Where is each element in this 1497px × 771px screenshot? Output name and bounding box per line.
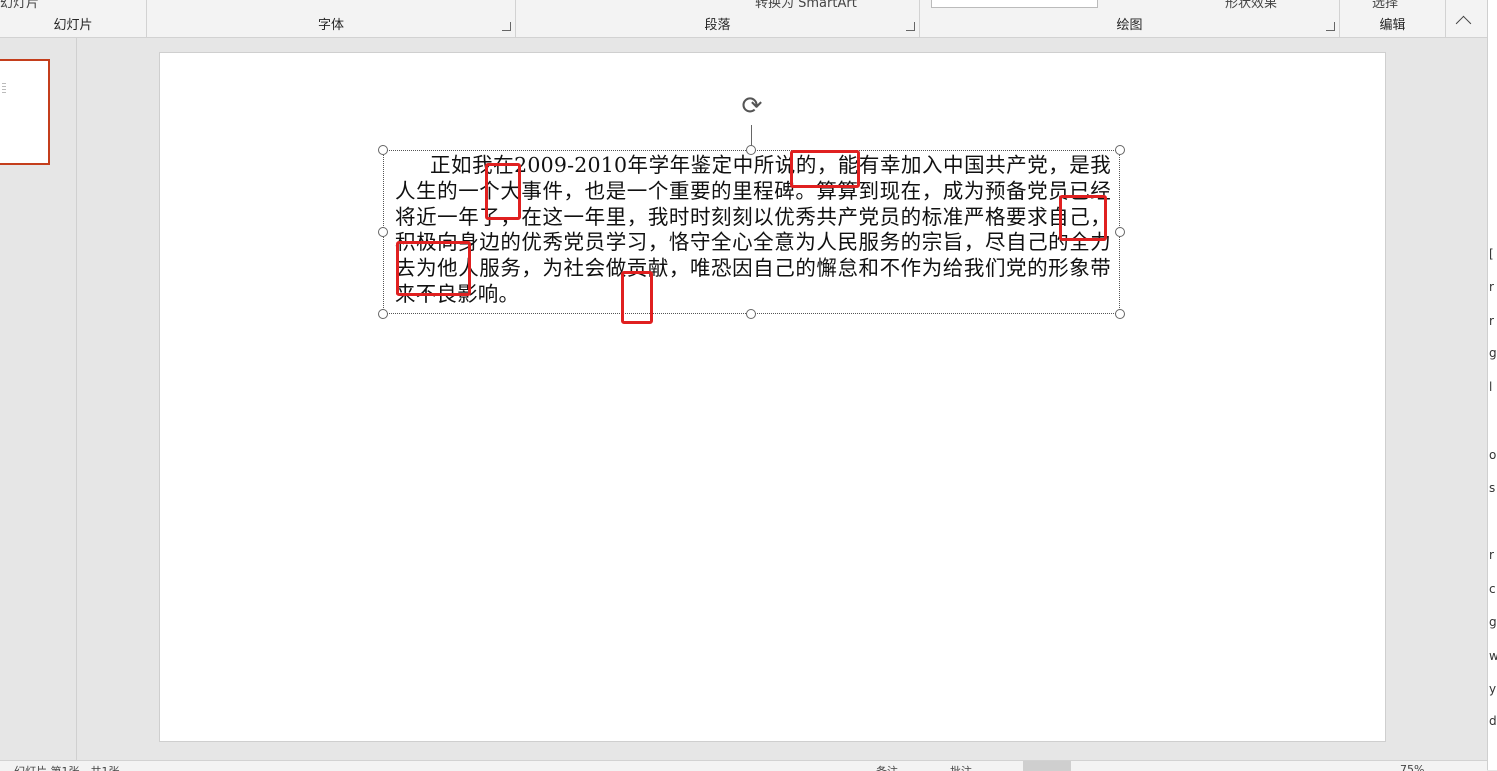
- ribbon-group-editing: 选择 编辑: [1340, 0, 1446, 37]
- right-pane-text: l: [1489, 380, 1493, 394]
- resize-handle-bottom-right[interactable]: [1115, 309, 1125, 319]
- resize-handle-bottom-left[interactable]: [378, 309, 388, 319]
- thumbnail-text-preview: [2, 83, 6, 95]
- resize-handle-top-left[interactable]: [378, 145, 388, 155]
- ribbon-group-font: 字体: [147, 0, 516, 37]
- highlight-box: [621, 271, 653, 324]
- new-slide-button[interactable]: 幻灯片: [0, 0, 39, 11]
- slide-thumbnail-pane: [0, 38, 77, 760]
- group-label-paragraph: 段落: [704, 18, 731, 33]
- select-button[interactable]: 选择: [1372, 0, 1398, 11]
- highlight-box: [790, 150, 860, 188]
- font-dialog-launcher-icon[interactable]: [502, 22, 511, 31]
- rotate-handle-icon[interactable]: ⟳: [739, 93, 765, 119]
- right-pane-text: c: [1489, 582, 1496, 596]
- collapse-ribbon-icon[interactable]: [1455, 15, 1472, 32]
- highlight-box: [396, 241, 471, 296]
- highlight-box: [485, 163, 521, 220]
- right-pane-text: o: [1489, 448, 1497, 462]
- convert-smartart-button[interactable]: 转换为 SmartArt: [755, 0, 857, 11]
- right-pane-text: y: [1489, 682, 1497, 696]
- right-pane-text: s: [1489, 481, 1496, 495]
- ribbon-group-drawing: 形状效果 绘图: [920, 0, 1340, 37]
- group-label-slides: 幻灯片: [53, 18, 93, 33]
- resize-handle-top-right[interactable]: [1115, 145, 1125, 155]
- right-pane-text: d: [1489, 714, 1497, 728]
- shape-gallery[interactable]: [931, 0, 1098, 8]
- resize-handle-bottom[interactable]: [746, 309, 756, 319]
- right-side-pane: [ r r g l o s r c g w y d: [1487, 0, 1497, 770]
- slide-canvas[interactable]: ⟳ 正如我在2009-2010年学年鉴定中所说的，能有幸加入中国共产党，是我人生…: [159, 52, 1386, 742]
- resize-handle-left[interactable]: [378, 227, 388, 237]
- resize-handle-top[interactable]: [746, 145, 756, 155]
- drawing-dialog-launcher-icon[interactable]: [1326, 22, 1335, 31]
- slide-thumbnail[interactable]: [0, 59, 50, 165]
- right-pane-text: r: [1489, 548, 1494, 562]
- group-label-drawing: 绘图: [1116, 18, 1143, 33]
- shape-effects-button[interactable]: 形状效果: [1225, 0, 1277, 11]
- status-bar: 幻灯片 第1张，共1张 备注 批注 75%: [0, 760, 1487, 771]
- ribbon: 幻灯片 幻灯片 字体 转换为 SmartArt 段落 形状效果 绘图 选择 编辑: [0, 0, 1487, 38]
- ribbon-group-paragraph: 转换为 SmartArt 段落: [516, 0, 920, 37]
- group-label-font: 字体: [317, 18, 344, 33]
- right-pane-text: w: [1489, 649, 1497, 663]
- right-pane-text: [: [1489, 247, 1494, 261]
- ribbon-group-slides: 幻灯片 幻灯片: [0, 0, 147, 37]
- right-pane-text: r: [1489, 314, 1494, 328]
- right-pane-text: g: [1489, 615, 1497, 629]
- paragraph-dialog-launcher-icon[interactable]: [906, 22, 915, 31]
- group-label-editing: 编辑: [1379, 18, 1406, 33]
- right-pane-text: r: [1489, 280, 1494, 294]
- highlight-box: [1059, 195, 1107, 241]
- right-pane-text: g: [1489, 346, 1497, 360]
- resize-handle-right[interactable]: [1115, 227, 1125, 237]
